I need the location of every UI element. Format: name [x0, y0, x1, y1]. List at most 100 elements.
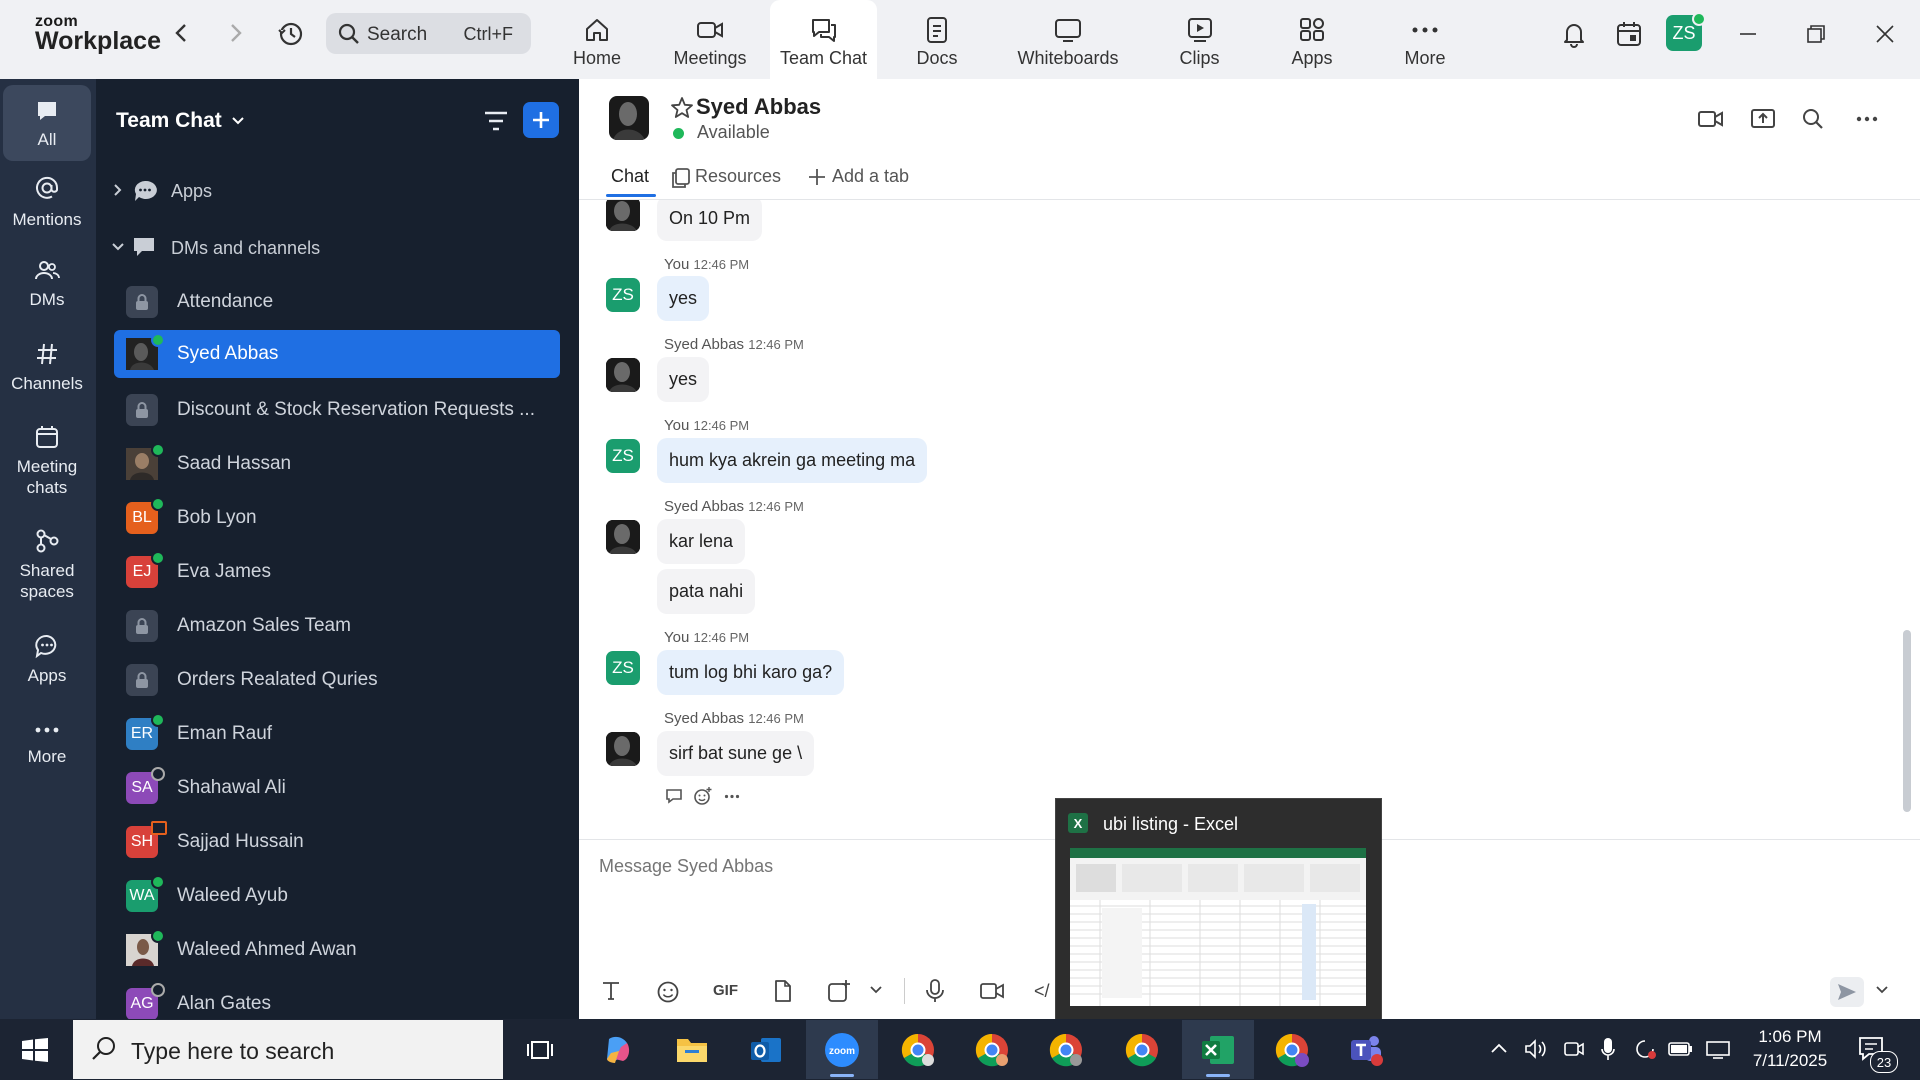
more-actions-icon[interactable] [724, 794, 740, 799]
star-icon[interactable] [670, 96, 694, 120]
filter-icon[interactable] [483, 110, 509, 132]
rail-item-apps[interactable]: Apps [3, 633, 91, 699]
emoji-reaction-icon[interactable] [693, 786, 713, 806]
chat-item-amazon-sales-team[interactable]: Amazon Sales Team [114, 602, 560, 650]
task-view-icon[interactable] [518, 1028, 562, 1072]
tray-chevron-up-icon[interactable] [1490, 1042, 1508, 1054]
chevron-down-icon[interactable] [111, 242, 125, 252]
display-notification-icon[interactable] [1633, 1038, 1657, 1060]
scrollbar-thumb[interactable] [1903, 630, 1911, 812]
section-dms-channels[interactable]: DMs and channels [171, 238, 320, 259]
chat-item-orders-channel[interactable]: Orders Realated Quries [114, 656, 560, 704]
chevron-right-icon[interactable] [113, 183, 123, 197]
network-icon[interactable] [1705, 1040, 1731, 1060]
meet-now-icon[interactable] [1563, 1039, 1585, 1059]
chat-item-waleed-ahmed-awan[interactable]: Waleed Ahmed Awan [114, 926, 560, 974]
microphone-tray-icon[interactable] [1601, 1037, 1615, 1061]
video-call-icon[interactable] [1697, 108, 1725, 130]
rail-item-dms[interactable]: DMs [3, 259, 91, 325]
emoji-icon[interactable] [656, 980, 680, 1004]
search-box[interactable]: Search Ctrl+F [326, 13, 531, 54]
battery-icon[interactable] [1668, 1041, 1694, 1057]
teams-icon[interactable] [1344, 1028, 1388, 1072]
send-options-chevron-icon[interactable] [1876, 986, 1888, 994]
chat-item-sajjad-hussain[interactable]: SH Sajjad Hussain [114, 818, 560, 866]
tab-meetings[interactable]: Meetings [670, 0, 750, 79]
tab-more[interactable]: More [1401, 0, 1449, 79]
chrome-icon[interactable] [1120, 1028, 1164, 1072]
file-explorer-icon[interactable] [670, 1028, 714, 1072]
tab-clips[interactable]: Clips [1177, 0, 1222, 79]
message-bubble[interactable]: yes [657, 357, 710, 402]
message-bubble[interactable]: hum kya akrein ga meeting ma [657, 438, 928, 483]
chevron-down-icon[interactable] [870, 986, 882, 994]
calendar-icon[interactable] [1615, 20, 1643, 48]
minimize-icon[interactable] [1738, 24, 1758, 44]
gif-button[interactable]: GIF [713, 982, 738, 999]
volume-icon[interactable] [1524, 1039, 1548, 1059]
chat-item-shahawal-ali[interactable]: SA Shahawal Ali [114, 764, 560, 812]
windows-start-icon[interactable] [22, 1038, 48, 1062]
tab-home[interactable]: Home [567, 0, 627, 79]
rail-item-more[interactable]: More [3, 720, 91, 780]
chrome-profile-2-icon[interactable] [970, 1028, 1014, 1072]
chat-item-saad-hassan[interactable]: Saad Hassan [114, 440, 560, 488]
message-bubble[interactable]: kar lena [657, 519, 746, 564]
search-icon[interactable] [1802, 108, 1824, 130]
copilot-icon[interactable] [596, 1028, 640, 1072]
zoom-taskbar-icon[interactable]: zoom [806, 1020, 878, 1079]
restore-icon[interactable] [1806, 24, 1826, 44]
chat-item-attendance[interactable]: Attendance [114, 278, 560, 326]
conversation-avatar[interactable] [609, 96, 649, 140]
taskbar-preview-excel[interactable]: X ubi listing - Excel [1055, 798, 1382, 1021]
tab-docs[interactable]: Docs [910, 0, 964, 79]
tab-add[interactable]: Add a tab [832, 166, 909, 187]
tab-whiteboards[interactable]: Whiteboards [1014, 0, 1122, 79]
close-icon[interactable] [1875, 24, 1895, 44]
chrome-profile-1-icon[interactable] [896, 1028, 940, 1072]
chat-item-waleed-ayub[interactable]: WA Waleed Ayub [114, 872, 560, 920]
file-icon[interactable] [772, 979, 794, 1003]
message-bubble[interactable]: sirf bat sune ge \ [657, 731, 815, 776]
chrome-profile-z-icon[interactable] [1270, 1028, 1314, 1072]
microphone-icon[interactable] [925, 978, 945, 1004]
message-bubble[interactable]: yes [657, 276, 710, 321]
text-format-icon[interactable] [600, 980, 622, 1002]
code-snippet-icon[interactable]: </ [1034, 981, 1050, 1002]
rail-item-meeting-chats[interactable]: Meeting chats [3, 424, 91, 510]
back-arrow-icon[interactable] [168, 20, 194, 46]
chat-item-syed-abbas[interactable]: Syed Abbas [114, 330, 560, 378]
chat-item-discount-channel[interactable]: Discount & Stock Reservation Requests ..… [114, 386, 560, 434]
tab-resources[interactable]: Resources [695, 166, 781, 187]
video-message-icon[interactable] [979, 981, 1005, 1001]
rail-item-all[interactable]: All [3, 85, 91, 161]
rail-item-shared-spaces[interactable]: Shared spaces [3, 528, 91, 614]
forward-arrow-icon[interactable] [223, 20, 249, 46]
rail-item-channels[interactable]: Channels [3, 341, 91, 407]
taskbar-search[interactable]: Type here to search [73, 1020, 503, 1079]
share-screen-icon[interactable] [1750, 107, 1776, 131]
rail-item-mentions[interactable]: Mentions [3, 175, 91, 241]
chevron-down-icon[interactable] [231, 116, 245, 126]
new-chat-button[interactable] [523, 102, 559, 138]
chrome-profile-3-icon[interactable] [1044, 1028, 1088, 1072]
taskbar-clock[interactable]: 1:06 PM 7/11/2025 [1740, 1025, 1840, 1073]
notifications-bell-icon[interactable] [1560, 20, 1588, 48]
reply-icon[interactable] [664, 787, 684, 805]
conversation-name[interactable]: Syed Abbas [696, 94, 821, 120]
outlook-icon[interactable] [744, 1028, 788, 1072]
excel-taskbar-icon[interactable] [1182, 1020, 1254, 1079]
more-options-icon[interactable] [1856, 116, 1878, 122]
tab-apps[interactable]: Apps [1290, 0, 1334, 79]
chat-item-alan-gates[interactable]: AG Alan Gates [114, 980, 560, 1019]
history-icon[interactable] [276, 19, 306, 49]
message-bubble[interactable]: pata nahi [657, 569, 756, 614]
message-bubble[interactable]: tum log bhi karo ga? [657, 650, 845, 695]
chat-item-eman-rauf[interactable]: ER Eman Rauf [114, 710, 560, 758]
message-bubble[interactable]: On 10 Pm [657, 200, 763, 241]
tab-team-chat[interactable]: Team Chat [770, 0, 877, 79]
section-apps[interactable]: Apps [171, 181, 212, 202]
chat-list-title[interactable]: Team Chat [116, 109, 222, 133]
screenshot-icon[interactable] [827, 979, 851, 1003]
send-button[interactable] [1830, 977, 1864, 1007]
